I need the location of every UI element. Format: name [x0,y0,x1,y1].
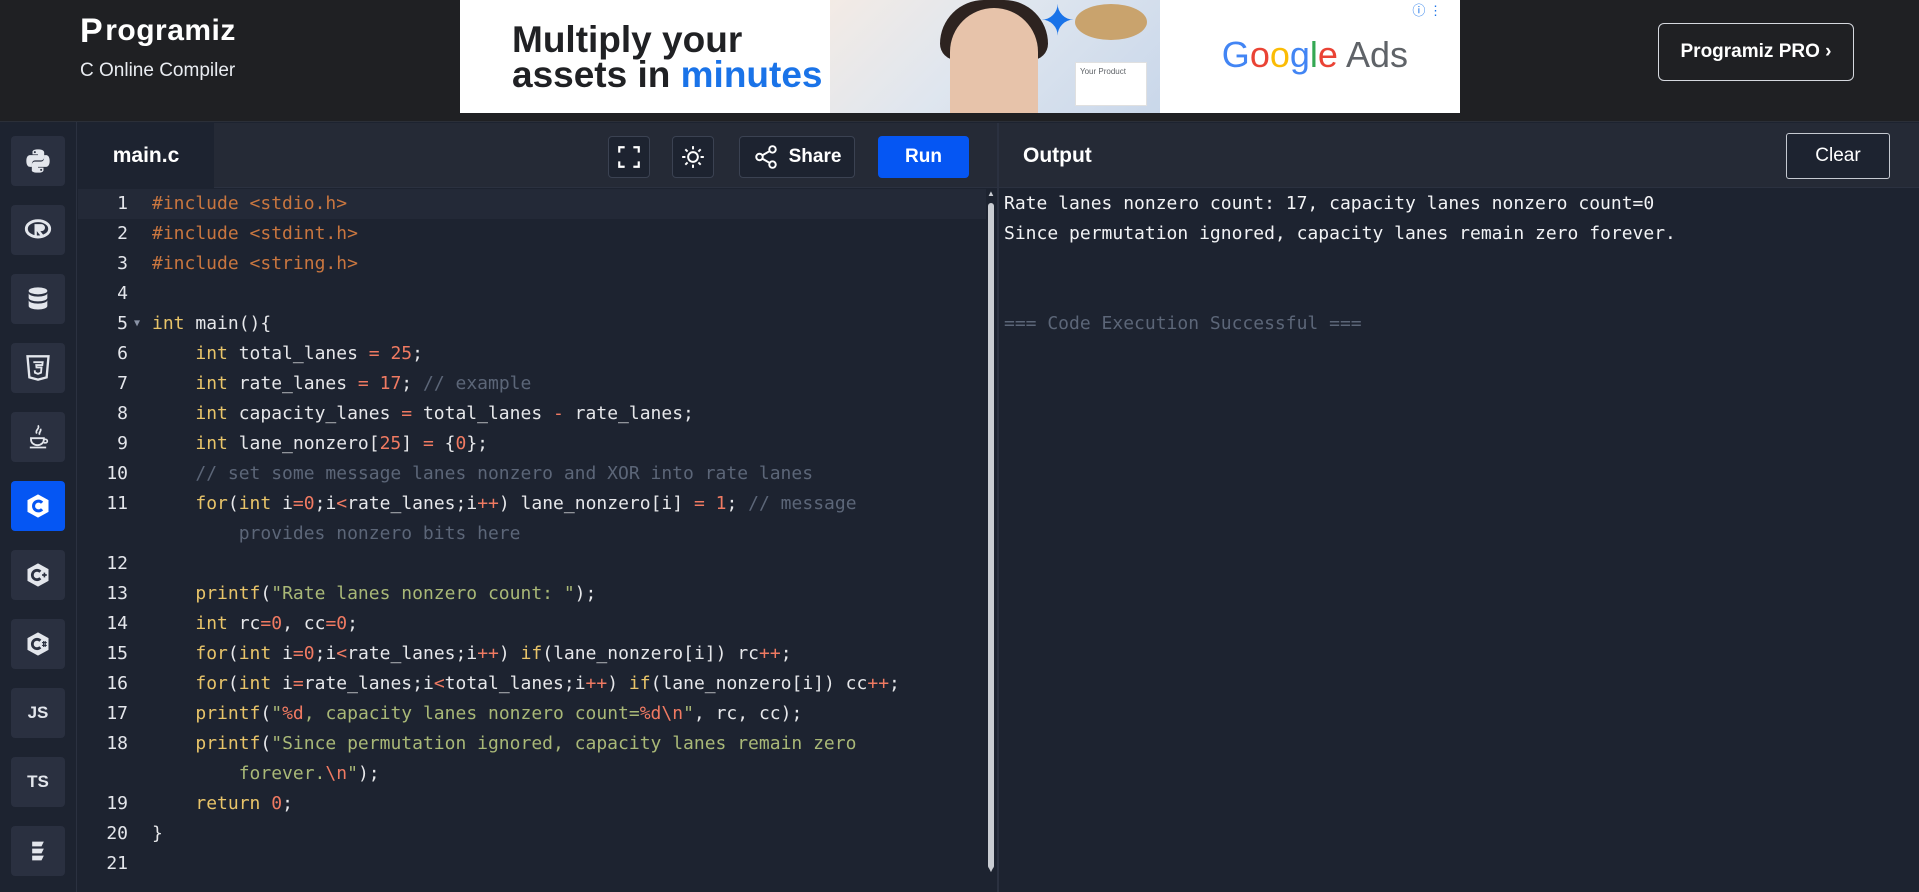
go-language-icon[interactable] [11,826,65,876]
page-subtitle: C Online Compiler [80,60,236,81]
code-line[interactable]: 10 // set some message lanes nonzero and… [78,459,986,489]
scroll-up-icon[interactable]: ▲ [986,189,996,198]
brand[interactable]: Programiz C Online Compiler [80,14,236,82]
editor-toolbar: main.c Share Run [78,123,997,188]
ad-info-icon[interactable]: ⓘ ⋮ [1412,0,1442,19]
share-button[interactable]: Share [739,136,855,178]
python-icon[interactable] [11,136,65,186]
scroll-down-icon[interactable]: ▼ [986,865,996,874]
editor-scrollbar[interactable]: ▲ ▼ [986,189,996,892]
programiz-pro-button[interactable]: Programiz PRO › [1658,23,1854,81]
code-line[interactable]: 15 for(int i=0;i<rate_lanes;i++) if(lane… [78,639,986,669]
c-language-icon[interactable] [11,481,65,531]
code-line[interactable]: 11 for(int i=0;i<rate_lanes;i++) lane_no… [78,489,986,519]
java-icon[interactable] [11,412,65,462]
google-ads-logo: Google Ads [1221,34,1408,75]
code-line[interactable]: 9 int lane_nonzero[25] = {0}; [78,429,986,459]
share-icon [754,145,777,169]
hat-image [1075,4,1147,40]
language-sidebar: JS TS [0,122,77,892]
advertisement-banner[interactable]: Multiply your assets in minutes ✦ Your P… [460,0,1460,113]
execution-status: === Code Execution Successful === [1004,313,1362,334]
code-line[interactable]: 20 } [78,819,986,849]
code-line[interactable]: 14 int rc=0, cc=0; [78,609,986,639]
r-language-icon[interactable] [11,205,65,255]
code-line[interactable]: 21 [78,849,986,879]
sun-icon [682,146,704,168]
code-line[interactable]: 16 for(int i=rate_lanes;i<total_lanes;i+… [78,669,986,699]
run-button[interactable]: Run [878,136,969,178]
ad-headline: Multiply your assets in minutes [512,18,823,95]
ad-image: ✦ Your Product [830,0,1160,113]
code-line[interactable]: provides nonzero bits here [78,519,986,549]
output-header: Output Clear [999,123,1919,188]
code-line[interactable]: forever.\n"); [78,759,986,789]
sparkle-icon: ✦ [1040,0,1076,44]
theme-toggle-button[interactable] [672,136,714,178]
cpp-language-icon[interactable] [11,550,65,600]
clear-button[interactable]: Clear [1786,133,1890,179]
code-line[interactable]: 4 [78,279,986,309]
sql-database-icon[interactable] [11,274,65,324]
fold-arrow-icon[interactable]: ▼ [134,309,140,339]
fullscreen-button[interactable] [608,136,650,178]
programiz-logo[interactable]: Programiz [80,14,236,48]
csharp-language-icon[interactable] [11,619,65,669]
code-line[interactable]: 1 #include <stdio.h> [78,189,986,219]
output-console: Rate lanes nonzero count: 17, capacity l… [999,189,1919,892]
tab-main-c[interactable]: main.c [78,123,214,188]
code-line[interactable]: 5 ▼ int main(){ [78,309,986,339]
fullscreen-icon [618,146,640,168]
top-header: Programiz C Online Compiler Multiply you… [0,0,1919,122]
code-line[interactable]: 7 int rate_lanes = 17; // example [78,369,986,399]
code-editor[interactable]: 1 #include <stdio.h> 2 #include <stdint.… [78,189,986,892]
code-line[interactable]: 13 printf("Rate lanes nonzero count: "); [78,579,986,609]
html5-icon[interactable] [11,343,65,393]
code-line[interactable]: 6 int total_lanes = 25; [78,339,986,369]
output-line: Rate lanes nonzero count: 17, capacity l… [1004,193,1655,214]
ad-product-card: Your Product [1075,62,1147,106]
code-line[interactable]: 12 [78,549,986,579]
typescript-icon[interactable]: TS [11,757,65,807]
javascript-icon[interactable]: JS [11,688,65,738]
code-line[interactable]: 17 printf("%d, capacity lanes nonzero co… [78,699,986,729]
output-line: Since permutation ignored, capacity lane… [1004,223,1676,244]
code-line[interactable]: 3 #include <string.h> [78,249,986,279]
scrollbar-thumb[interactable] [988,203,994,869]
code-line[interactable]: 18 printf("Since permutation ignored, ca… [78,729,986,759]
output-title: Output [1023,144,1092,167]
code-line[interactable]: 19 return 0; [78,789,986,819]
code-line[interactable]: 8 int capacity_lanes = total_lanes - rat… [78,399,986,429]
code-line[interactable]: 2 #include <stdint.h> [78,219,986,249]
